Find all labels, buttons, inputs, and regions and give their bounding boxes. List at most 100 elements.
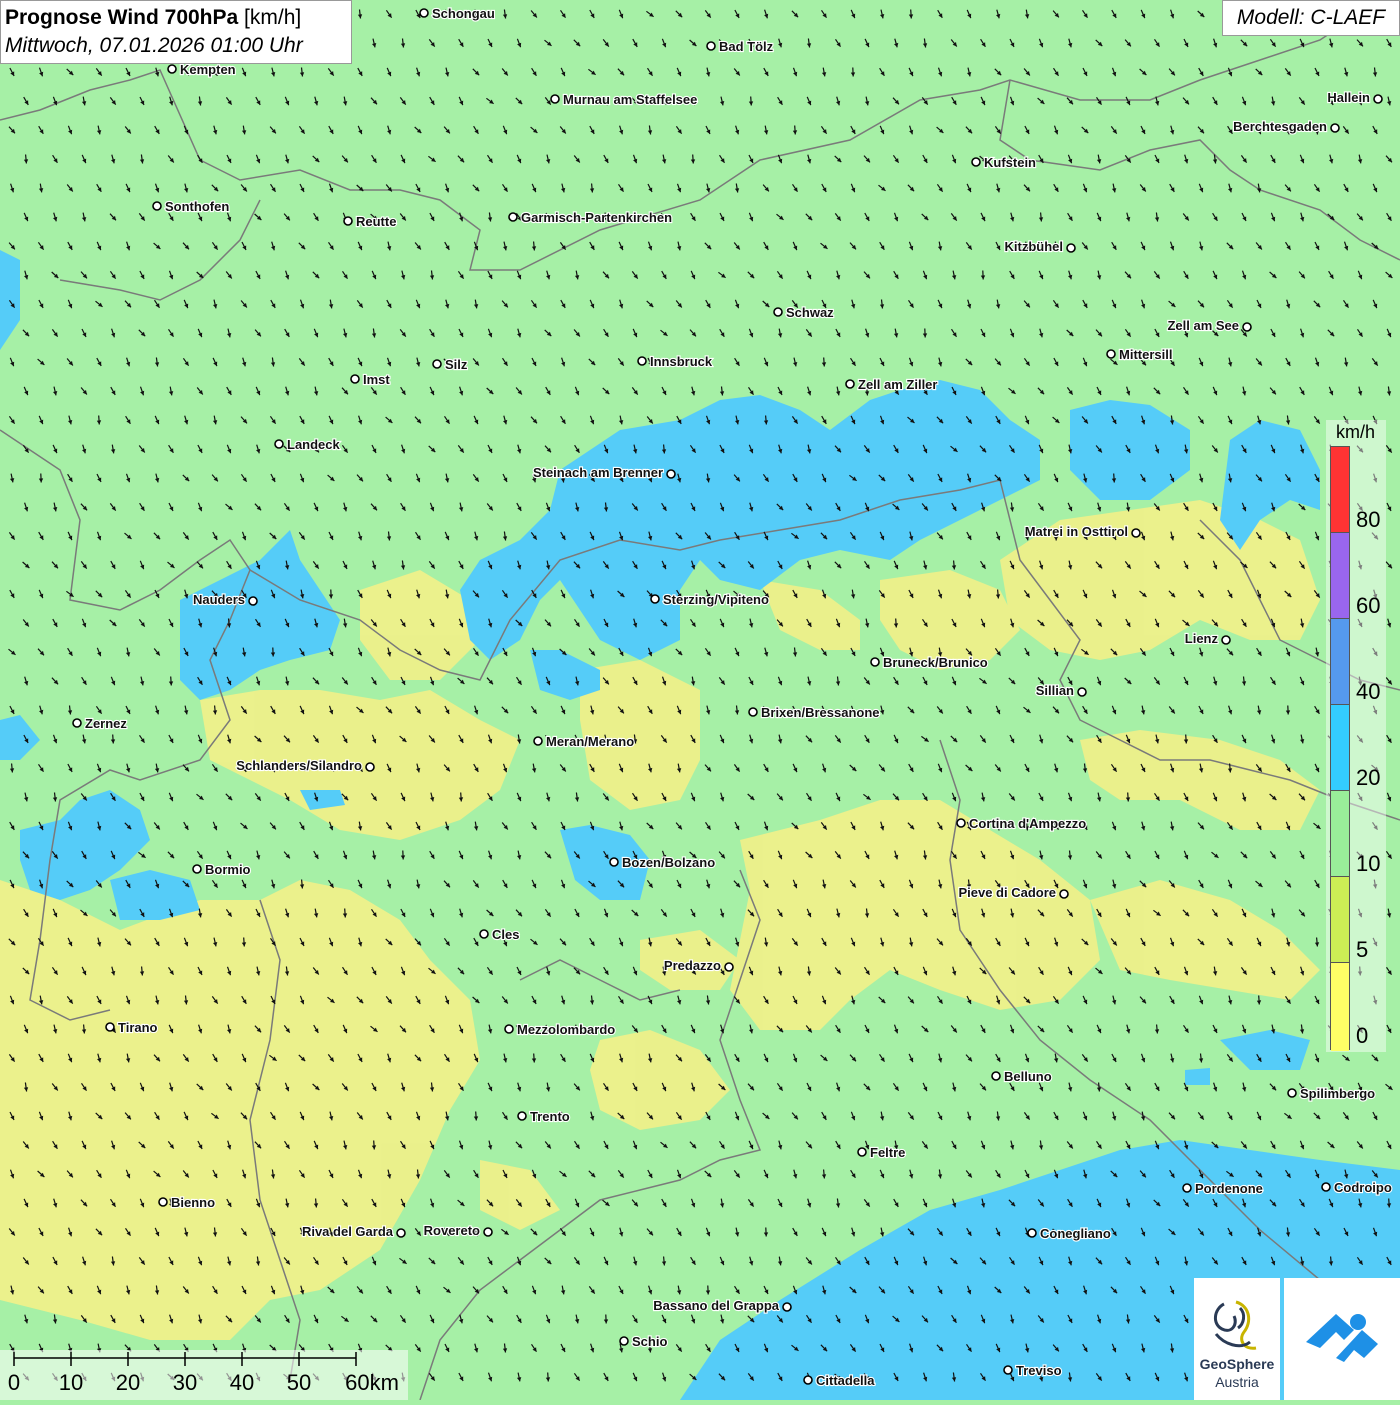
legend-segment [1331,619,1349,705]
city-label: Silz [445,357,468,372]
city-marker[interactable]: Bozen/Bolzano [610,855,715,870]
city-label: Mittersill [1119,347,1172,362]
city-marker[interactable]: Brixen/Bressanone [749,705,880,720]
city-dot [1028,1229,1036,1237]
legend-segment [1331,705,1349,791]
city-marker[interactable]: Bruneck/Brunico [871,655,988,670]
city-dot [1060,890,1068,898]
scale-label: 30 [173,1370,197,1396]
city-marker[interactable]: Garmisch-Partenkirchen [509,210,672,225]
city-marker[interactable]: Innsbruck [638,354,713,369]
city-marker[interactable]: Steinach am Brenner [533,465,675,480]
city-label: Sterzing/Vipiteno [663,592,769,607]
city-label: Bruneck/Brunico [883,655,988,670]
city-marker[interactable]: Meran/Merano [534,734,634,749]
title-box: Prognose Wind 700hPa [km/h] Mittwoch, 07… [0,0,352,64]
city-label: Schwaz [786,305,834,320]
legend-segment [1331,533,1349,619]
city-marker[interactable]: Matrei in Osttirol [1025,524,1140,539]
legend-segment [1331,447,1349,533]
scale-label: 0 [8,1370,20,1396]
legend-label: 20 [1356,765,1380,791]
geosphere-logo[interactable]: GeoSphere Austria [1194,1278,1280,1400]
city-label: Imst [363,372,390,387]
city-label: Matrei in Osttirol [1025,524,1128,539]
city-dot [1331,124,1339,132]
city-marker[interactable]: Zell am Ziller [846,377,937,392]
city-dot [366,763,374,771]
city-dot [275,440,283,448]
city-label: Bienno [171,1195,215,1210]
city-dot [351,375,359,383]
city-dot [484,1228,492,1236]
city-dot [1067,244,1075,252]
city-marker[interactable]: Mezzolombardo [505,1022,615,1037]
city-label: Riva del Garda [302,1224,394,1239]
city-label: Schio [632,1334,667,1349]
title-unit: [km/h] [244,6,301,29]
city-dot [168,65,176,73]
city-marker[interactable]: Berchtesgaden [1233,119,1339,134]
scale-label: 40 [230,1370,254,1396]
city-label: Bassano del Grappa [653,1298,779,1313]
city-marker[interactable]: Zell am See [1167,318,1251,333]
city-label: Nauders [193,592,245,607]
city-label: Tirano [118,1020,158,1035]
city-label: Cittadella [816,1373,875,1388]
city-dot [774,308,782,316]
legend-label: 5 [1356,937,1368,963]
scale-label: 50 [287,1370,311,1396]
city-label: Schongau [432,6,495,21]
city-label: Pieve di Cadore [958,885,1056,900]
legend-segment [1331,877,1349,963]
city-label: Kufstein [984,155,1036,170]
city-dot [1243,323,1251,331]
city-dot [249,597,257,605]
city-dot [992,1072,1000,1080]
color-legend: km/h 806040201050 [1326,420,1386,1052]
city-dot [106,1023,114,1031]
city-label: Meran/Merano [546,734,634,749]
city-dot [638,357,646,365]
city-marker[interactable]: Riva del Garda [302,1224,405,1239]
city-marker[interactable]: Conegliano [1028,1226,1111,1241]
city-label: Hallein [1327,90,1370,105]
city-dot [620,1337,628,1345]
city-label: Kempten [180,62,236,77]
forecast-datetime: Mittwoch, 07.01.2026 01:00 Uhr [5,32,347,60]
city-marker[interactable]: Murnau am Staffelsee [551,92,697,107]
city-dot [1183,1184,1191,1192]
city-label: Mezzolombardo [517,1022,615,1037]
city-dot [534,737,542,745]
city-label: Bozen/Bolzano [622,855,715,870]
city-marker[interactable]: Sterzing/Vipiteno [651,592,769,607]
app-logo[interactable] [1284,1278,1400,1400]
city-marker[interactable]: Pordenone [1183,1181,1263,1196]
legend-segment [1331,791,1349,877]
city-label: Feltre [870,1145,905,1160]
scale-bar: 0102030405060km [0,1350,408,1400]
city-label: Lienz [1185,631,1219,646]
scale-label: 60km [345,1370,399,1396]
city-marker[interactable]: Schlanders/Silandro [236,758,374,773]
city-marker[interactable]: Spilimbergo [1288,1086,1375,1101]
city-marker[interactable]: Pieve di Cadore [958,885,1068,900]
legend-label: 80 [1356,507,1380,533]
legend-label: 10 [1356,851,1380,877]
city-marker[interactable]: Bassano del Grappa [653,1298,791,1313]
city-dot [707,42,715,50]
city-marker[interactable]: Schongau [420,6,495,21]
legend-segment [1331,963,1349,1051]
scale-label: 20 [116,1370,140,1396]
city-dot [749,708,757,716]
city-dot [858,1148,866,1156]
city-marker[interactable]: Cortina d'Ampezzo [957,816,1086,831]
city-dot [1004,1366,1012,1374]
city-dot [972,158,980,166]
city-marker[interactable]: Sonthofen [153,199,229,214]
city-dot [871,658,879,666]
city-dot [509,213,517,221]
city-label: Sillian [1036,683,1074,698]
city-dot [783,1303,791,1311]
city-dot [1374,95,1382,103]
